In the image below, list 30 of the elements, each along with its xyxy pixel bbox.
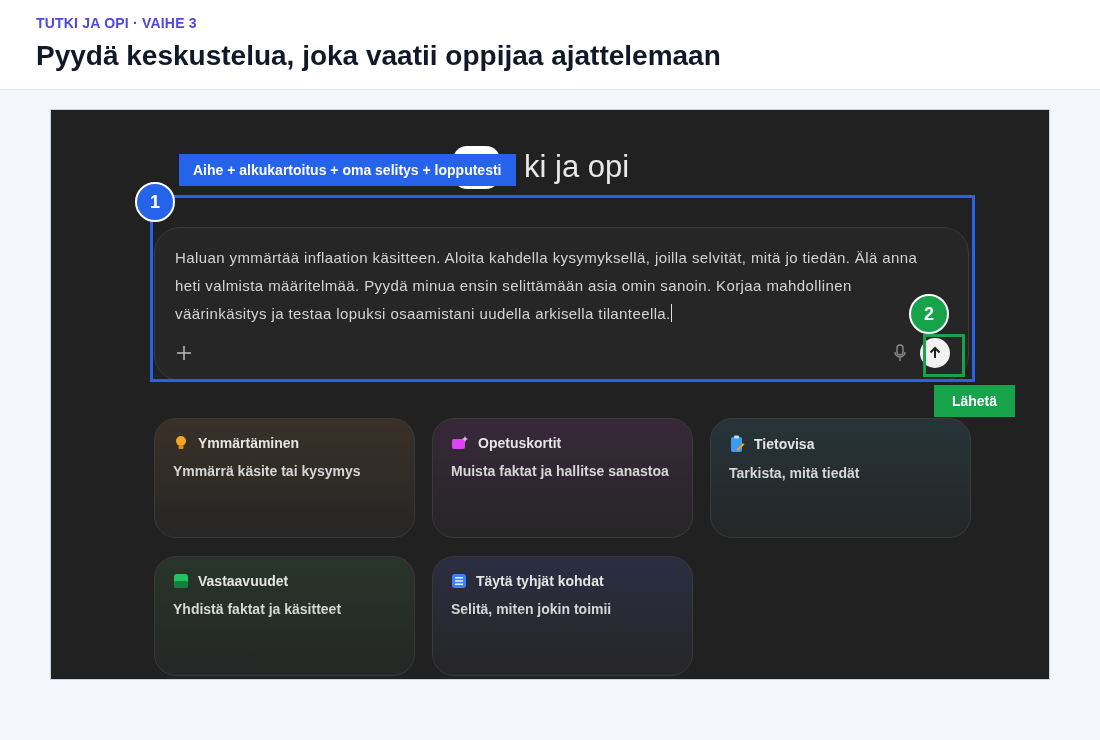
card-subtitle: Ymmärrä käsite tai kysymys <box>173 463 362 479</box>
blocks-icon <box>173 573 189 589</box>
callout-label: Aihe + alkukartoitus + oma selitys + lopputesti <box>179 154 516 186</box>
app-title: ki ja opi <box>524 149 630 185</box>
step-badge: 1 <box>135 182 175 222</box>
microphone-icon[interactable] <box>894 344 906 362</box>
mode-card[interactable]: Tietovisa Tarkista, mitä tiedät <box>710 418 971 538</box>
plus-icon[interactable] <box>175 344 193 362</box>
arrow-up-icon <box>928 346 942 360</box>
mode-card[interactable]: Vastaavuudet Yhdistä faktat ja käsitteet <box>154 556 415 676</box>
card-subtitle: Tarkista, mitä tiedät <box>729 465 861 481</box>
list-icon <box>451 573 467 589</box>
step-label: TUTKI JA OPI · VAIHE 3 <box>36 15 198 31</box>
callout-label: Lähetä <box>934 385 1015 417</box>
mode-card[interactable]: Ymmärtäminen Ymmärrä käsite tai kysymys <box>154 418 415 538</box>
card-subtitle: Yhdistä faktat ja käsitteet <box>173 601 343 617</box>
card-title: Vastaavuudet <box>198 573 289 589</box>
card-title: Ymmärtäminen <box>198 435 300 451</box>
send-button[interactable] <box>920 338 950 368</box>
lightbulb-icon <box>173 435 189 451</box>
card-subtitle: Muista faktat ja hallitse sanastoa <box>451 463 670 479</box>
card-subtitle: Selitä, miten jokin toimii <box>451 601 613 617</box>
card-title: Opetuskortit <box>478 435 562 451</box>
card-title: Tietovisa <box>754 436 815 452</box>
mode-card[interactable]: Opetuskortit Muista faktat ja hallitse sanastoa <box>432 418 693 538</box>
page-title: Pyydä keskustelua, joka vaatii oppijaa ajattelemaan <box>36 40 722 72</box>
clipboard-icon <box>729 435 745 453</box>
flashcards-icon <box>451 435 469 451</box>
mode-card[interactable]: Täytä tyhjät kohdat Selitä, miten jokin toimii <box>432 556 693 676</box>
card-title: Täytä tyhjät kohdat <box>476 573 604 589</box>
